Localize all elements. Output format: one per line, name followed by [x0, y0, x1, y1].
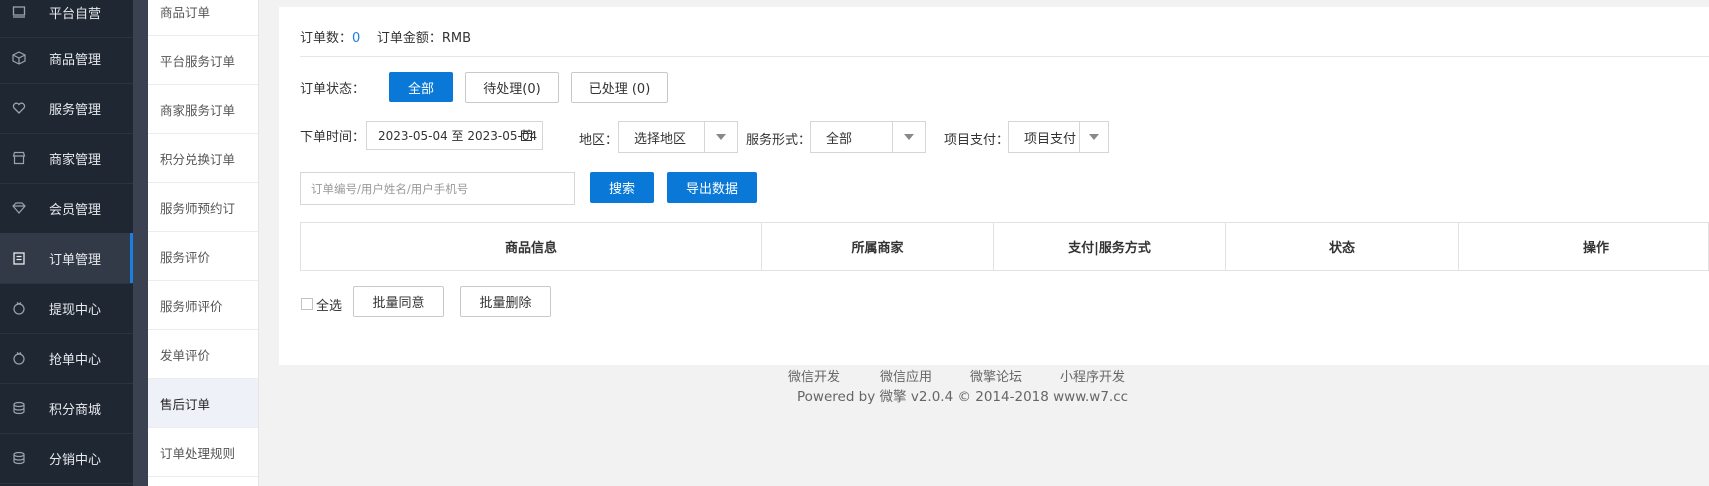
- sidebar-item-label: 积分商城: [49, 402, 102, 418]
- sidebar-item-label: 提现中心: [49, 302, 102, 318]
- search-button[interactable]: 搜索: [590, 172, 654, 203]
- service-form-value: 全部: [826, 131, 853, 147]
- sidebar-item-label: 商家管理: [49, 152, 102, 168]
- order-search-input[interactable]: 订单编号/用户姓名/用户手机号: [300, 172, 575, 205]
- diamond-icon: [11, 200, 27, 216]
- shop-icon: [11, 150, 27, 166]
- column-status: 状态: [1225, 222, 1459, 271]
- heart-icon: [11, 100, 27, 116]
- sidebar-item-withdraw[interactable]: 提现中心: [0, 283, 133, 334]
- bulk-approve-button[interactable]: 批量同意: [353, 286, 444, 317]
- project-pay-select[interactable]: 项目支付: [1008, 121, 1109, 153]
- submenu-item-points-orders[interactable]: 积分兑换订单: [148, 134, 258, 183]
- sidebar-item-member[interactable]: 会员管理: [0, 183, 133, 234]
- store-icon: [11, 4, 27, 20]
- main-panel: 订单数：0 订单金额：RMB 订单状态： 全部 待处理(0) 已处理 (0) 下…: [279, 7, 1709, 365]
- status-all-button[interactable]: 全部: [389, 72, 453, 102]
- submenu-item-service-review[interactable]: 服务评价: [148, 232, 258, 281]
- sidebar-item-service[interactable]: 服务管理: [0, 83, 133, 134]
- chevron-down-icon: [1079, 122, 1108, 152]
- orders-table: 商品信息 所属商家 支付|服务方式 状态 操作: [300, 222, 1709, 271]
- region-select[interactable]: 选择地区: [618, 121, 738, 153]
- submenu-item-order-rules[interactable]: 订单处理规则: [148, 428, 258, 477]
- status-processed-button[interactable]: 已处理 (0): [571, 72, 668, 103]
- submenu-item-after-sales[interactable]: 售后订单: [148, 379, 258, 428]
- date-filter-label: 下单时间：: [300, 130, 366, 145]
- chevron-down-icon: [892, 122, 925, 152]
- region-select-value: 选择地区: [634, 131, 687, 147]
- submenu-item-server-review[interactable]: 服务师评价: [148, 281, 258, 330]
- date-range-value: 2023-05-04 至 2023-05-04: [378, 129, 538, 143]
- sidebar-item-grab-orders[interactable]: 抢单中心: [0, 333, 133, 384]
- database-icon: [11, 450, 27, 466]
- submenu-item-reservation[interactable]: 服务师预约订: [148, 183, 258, 232]
- sidebar-item-points-mall[interactable]: 积分商城: [0, 383, 133, 434]
- submenu-item-merchant-service-orders[interactable]: 商家服务订单: [148, 85, 258, 134]
- sidebar-item-label: 订单管理: [49, 252, 102, 268]
- footer-powered-by: Powered by 微擎 v2.0.4 © 2014-2018 www.w7.…: [797, 389, 1129, 405]
- sidebar-item-label: 分销中心: [49, 452, 102, 468]
- coin-icon: [11, 300, 27, 316]
- sidebar-item-distribution[interactable]: 分销中心: [0, 433, 133, 484]
- sidebar-item-goods[interactable]: 商品管理: [0, 33, 133, 84]
- sidebar-item-label: 服务管理: [49, 102, 102, 118]
- submenu-item-order-review[interactable]: 发单评价: [148, 330, 258, 379]
- project-pay-label: 项目支付：: [944, 133, 1010, 148]
- database-icon: [11, 400, 27, 416]
- service-form-label: 服务形式：: [746, 133, 812, 148]
- select-all-checkbox[interactable]: [301, 298, 313, 310]
- submenu-item-goods-orders[interactable]: 商品订单: [148, 0, 258, 36]
- order-count-value: 0: [352, 31, 361, 46]
- column-actions: 操作: [1458, 222, 1709, 271]
- project-pay-value: 项目支付: [1024, 131, 1077, 147]
- sidebar-item-label: 抢单中心: [49, 352, 102, 368]
- footer-link-wechat-dev[interactable]: 微信开发: [788, 366, 840, 385]
- service-form-select[interactable]: 全部: [810, 121, 926, 153]
- sidebar-item-label: 平台自营: [49, 6, 102, 22]
- export-data-button[interactable]: 导出数据: [667, 172, 757, 203]
- main-sidebar: 平台自营 商品管理 服务管理 商家管理 会员管理 订单管理 提现中心 抢单中心 …: [0, 0, 133, 486]
- bulk-delete-button[interactable]: 批量删除: [460, 286, 551, 317]
- coin-icon: [11, 350, 27, 366]
- sidebar-scroll-strip: [133, 0, 148, 486]
- date-range-field[interactable]: 2023-05-04 至 2023-05-04: [366, 121, 543, 150]
- submenu-item-platform-service-orders[interactable]: 平台服务订单: [148, 36, 258, 85]
- order-count-label: 订单数：: [300, 31, 353, 46]
- order-amount-label: 订单金额：RMB: [376, 31, 471, 46]
- summary-divider: [300, 56, 1709, 57]
- status-filter-label: 订单状态：: [300, 82, 366, 97]
- sidebar-item-merchant[interactable]: 商家管理: [0, 133, 133, 184]
- region-filter-label: 地区：: [579, 133, 619, 148]
- footer-link-forum[interactable]: 微擎论坛: [970, 366, 1022, 385]
- status-pending-button[interactable]: 待处理(0): [465, 72, 559, 103]
- footer-link-wechat-apps[interactable]: 微信应用: [880, 366, 932, 385]
- order-summary: 订单数：0 订单金额：RMB: [300, 27, 471, 46]
- clipboard-icon: [11, 250, 27, 266]
- column-goods-info: 商品信息: [300, 222, 762, 271]
- calendar-icon: [521, 129, 532, 144]
- select-all-label: 全选: [316, 299, 343, 314]
- chevron-down-icon: [704, 122, 737, 152]
- cube-icon: [11, 50, 27, 66]
- column-merchant: 所属商家: [761, 222, 994, 271]
- footer-link-miniprogram[interactable]: 小程序开发: [1060, 366, 1125, 385]
- table-header-row: 商品信息 所属商家 支付|服务方式 状态 操作: [300, 222, 1709, 271]
- order-submenu: 商品订单 平台服务订单 商家服务订单 积分兑换订单 服务师预约订 服务评价 服务…: [148, 0, 259, 486]
- sidebar-item-label: 商品管理: [49, 52, 102, 68]
- column-payment-service: 支付|服务方式: [993, 222, 1226, 271]
- sidebar-item-label: 会员管理: [49, 202, 102, 218]
- sidebar-item-orders[interactable]: 订单管理: [0, 233, 133, 284]
